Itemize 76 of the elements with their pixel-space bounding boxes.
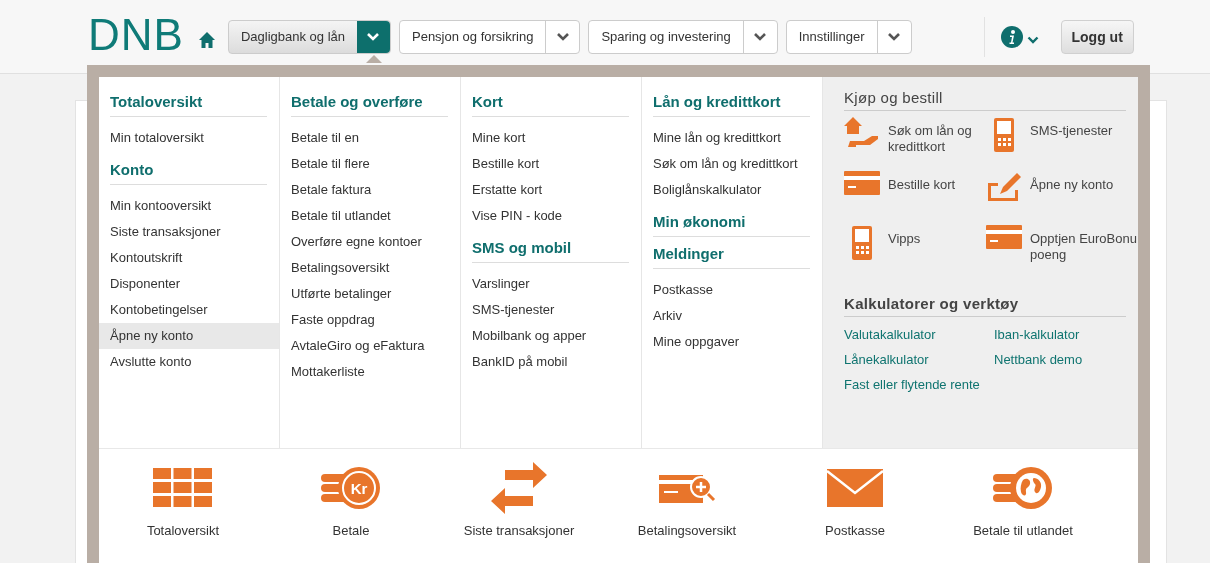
menu-link[interactable]: BankID på mobil — [461, 349, 641, 375]
menu-link[interactable]: Betalingsoversikt — [280, 255, 460, 281]
shop-link[interactable]: SMS-tjenester — [1030, 123, 1122, 139]
shop-link[interactable]: Bestille kort — [888, 177, 980, 193]
section-heading: Lån og kredittkort — [653, 93, 810, 117]
menu-link[interactable]: Erstatte kort — [461, 177, 641, 203]
arrows-icon[interactable] — [489, 459, 549, 517]
home-icon[interactable] — [197, 30, 216, 49]
menu-link[interactable]: Avslutte konto — [99, 349, 279, 375]
nav-tab-label[interactable]: Pensjon og forsikring — [400, 20, 546, 53]
tool-link[interactable]: Iban-kalkulator — [994, 327, 1134, 342]
menu-link[interactable]: Betale til flere — [280, 151, 460, 177]
section-heading: Betale og overføre — [291, 93, 448, 117]
menu-link[interactable]: Betale til en — [280, 125, 460, 151]
shop-link[interactable]: Søk om lån og kredittkort — [888, 123, 980, 155]
menu-link[interactable]: Betale faktura — [280, 177, 460, 203]
menu-link[interactable]: Utførte betalinger — [280, 281, 460, 307]
caret-icon[interactable] — [1026, 35, 1039, 44]
card-icon[interactable] — [986, 225, 1022, 249]
section-heading: Kort — [472, 93, 629, 117]
menu-link[interactable]: Betale til utlandet — [280, 203, 460, 229]
menu-link[interactable]: Overføre egne kontoer — [280, 229, 460, 255]
info-icon[interactable] — [1000, 25, 1023, 48]
shortcut-link[interactable]: Betale — [332, 523, 370, 538]
shop-link[interactable]: Vipps — [888, 231, 980, 247]
menu-link[interactable]: Mine lån og kredittkort — [642, 125, 822, 151]
menu-link[interactable]: SMS-tjenester — [461, 297, 641, 323]
tool-link[interactable]: Nettbank demo — [994, 352, 1134, 367]
menu-link[interactable]: AvtaleGiro og eFaktura — [280, 333, 460, 359]
menu-link[interactable]: Søk om lån og kredittkort — [642, 151, 822, 177]
menu-link[interactable]: Bestille kort — [461, 151, 641, 177]
menu-link[interactable]: Arkiv — [642, 303, 822, 329]
tool-link[interactable]: Valutakalkulator — [844, 327, 994, 342]
menu-link[interactable]: Mine oppgaver — [642, 329, 822, 355]
menu-link[interactable]: Åpne ny konto — [99, 323, 279, 349]
menu-link[interactable]: Kontobetingelser — [99, 297, 279, 323]
section-heading: SMS og mobil — [472, 239, 629, 263]
dnb-logo[interactable]: DNB — [88, 12, 184, 57]
shortcut-link[interactable]: Betale til utlandet — [973, 523, 1073, 538]
nav-tab-label[interactable]: Innstillinger — [786, 20, 877, 53]
menu-link[interactable]: Min kontooversikt — [99, 193, 279, 219]
section-heading: Kalkulatorer og verktøy — [844, 295, 1126, 317]
section-heading: Konto — [110, 161, 267, 185]
caret-icon[interactable] — [357, 20, 390, 53]
shop-link[interactable]: Opptjen EuroBonu poeng — [1030, 231, 1138, 263]
menu-link[interactable]: Disponenter — [99, 271, 279, 297]
pen-icon[interactable] — [986, 171, 1022, 201]
nav-tab-label[interactable]: Dagligbank og lån — [228, 20, 357, 53]
nav-tab[interactable]: Sparing og investering — [588, 19, 778, 54]
shortcut-link[interactable]: Totaloversikt — [146, 523, 220, 538]
menu-link[interactable]: Min totaloversikt — [99, 125, 279, 151]
shop-link[interactable]: Åpne ny konto — [1030, 177, 1122, 193]
section-heading: Meldinger — [653, 245, 810, 269]
menu-link[interactable]: Kontoutskrift — [99, 245, 279, 271]
section-heading: Kjøp og bestill — [844, 89, 1126, 111]
menu-link[interactable]: Vise PIN - kode — [461, 203, 641, 229]
shortcut-link[interactable]: Siste transaksjoner — [463, 523, 575, 538]
menu-link[interactable]: Mine kort — [461, 125, 641, 151]
tool-link[interactable]: Fast eller flytende rente — [844, 377, 994, 392]
menu-link[interactable]: Postkasse — [642, 277, 822, 303]
menu-link[interactable]: Siste transaksjoner — [99, 219, 279, 245]
menu-link[interactable]: Mottakerliste — [280, 359, 460, 385]
menu-link[interactable]: Boliglånskalkulator — [642, 177, 822, 203]
shortcut-link[interactable]: Betalingsoversikt — [637, 523, 737, 538]
tool-link[interactable]: Lånekalkulator — [844, 352, 994, 367]
menu-link[interactable]: Varslinger — [461, 271, 641, 297]
menu-link[interactable]: Faste oppdrag — [280, 307, 460, 333]
nav-tab[interactable]: Pensjon og forsikring — [399, 19, 581, 54]
nav-tab-label[interactable]: Sparing og investering — [589, 20, 743, 53]
menu-link[interactable]: Mobilbank og apper — [461, 323, 641, 349]
shortcut-link[interactable]: Postkasse — [825, 523, 885, 538]
nav-tab[interactable]: Innstillinger — [785, 19, 912, 54]
section-heading: Totaloversikt — [110, 93, 267, 117]
logout-button[interactable]: Logg ut — [1060, 19, 1134, 54]
card-icon[interactable] — [844, 171, 880, 195]
section-heading: Min økonomi — [653, 213, 810, 237]
